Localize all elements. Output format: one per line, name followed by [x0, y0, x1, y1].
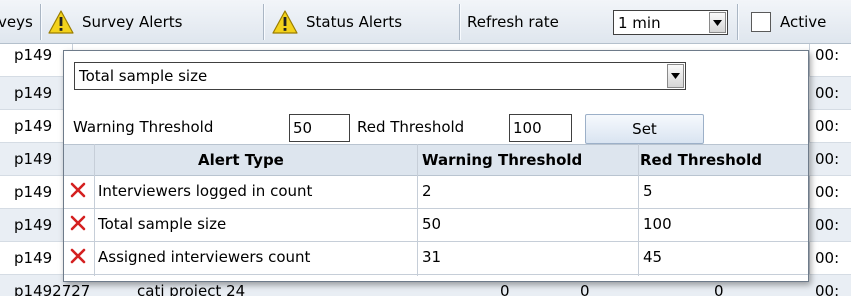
row-count: 0	[500, 282, 510, 296]
project-id: p149	[14, 183, 53, 201]
row-time: 00:	[815, 282, 840, 296]
set-button[interactable]: Set	[585, 114, 704, 144]
project-id: p149	[14, 216, 53, 234]
alert-type-cell: Assigned interviewers count	[98, 248, 311, 266]
project-id: p149	[14, 84, 53, 102]
status-alerts-button[interactable]: Status Alerts	[272, 0, 402, 44]
project-id: p149	[14, 249, 53, 267]
delete-icon[interactable]	[70, 215, 86, 231]
row-time: 00:	[815, 46, 840, 64]
toolbar-divider	[737, 4, 738, 40]
red-threshold-label: Red Threshold	[357, 118, 465, 136]
project-id: p149	[14, 46, 53, 64]
chevron-down-icon[interactable]	[667, 64, 684, 88]
project-id: p1492727	[14, 282, 91, 296]
active-label: Active	[780, 0, 826, 44]
red-threshold-cell: 5	[643, 182, 653, 200]
alert-row: Total sample size 50 100	[64, 209, 808, 242]
warning-threshold-cell: 50	[422, 215, 442, 233]
refresh-rate-select[interactable]: 1 min	[613, 10, 728, 35]
surveys-tab[interactable]: veys	[0, 0, 33, 44]
toolbar: veys Survey Alerts Status Alerts Refresh…	[0, 0, 851, 44]
project-name: cati project 24	[137, 282, 246, 296]
delete-icon[interactable]	[70, 182, 86, 198]
row-time: 00:	[815, 183, 840, 201]
red-threshold-input[interactable]: 100	[509, 114, 572, 142]
alert-type-column-header: Alert Type	[198, 151, 284, 169]
surveys-tab-label: veys	[0, 13, 33, 31]
survey-alerts-button[interactable]: Survey Alerts	[48, 0, 182, 44]
red-threshold-cell: 100	[643, 215, 672, 233]
alert-settings-popup: Total sample size Warning Threshold 50 R…	[63, 50, 809, 282]
row-count: 0	[714, 282, 724, 296]
toolbar-divider	[263, 4, 264, 40]
alert-table-header: Alert Type Warning Threshold Red Thresho…	[64, 144, 808, 176]
row-time: 00:	[815, 216, 840, 234]
row-time: 00:	[815, 249, 840, 267]
column-divider	[94, 144, 95, 276]
active-label-text: Active	[780, 13, 827, 31]
row-count: 0	[580, 282, 590, 296]
set-button-label: Set	[632, 120, 657, 138]
red-threshold-column-header: Red Threshold	[640, 151, 762, 169]
warning-threshold-input[interactable]: 50	[289, 114, 350, 142]
row-time: 00:	[815, 117, 840, 135]
column-divider	[638, 144, 639, 276]
status-alerts-label: Status Alerts	[306, 13, 403, 31]
refresh-rate-text: Refresh rate	[467, 13, 559, 31]
project-id: p149	[14, 150, 53, 168]
alert-row: Assigned interviewers count 31 45	[64, 242, 808, 275]
warning-threshold-cell: 2	[422, 182, 432, 200]
delete-icon[interactable]	[70, 248, 86, 264]
chevron-down-icon[interactable]	[709, 12, 726, 33]
toolbar-divider	[40, 4, 41, 40]
toolbar-divider	[459, 4, 460, 40]
warning-threshold-column-header: Warning Threshold	[422, 151, 583, 169]
warning-threshold-label: Warning Threshold	[73, 118, 214, 136]
refresh-rate-label: Refresh rate	[467, 0, 559, 44]
alert-type-select[interactable]: Total sample size	[74, 62, 686, 90]
alert-type-select-value: Total sample size	[79, 67, 208, 85]
red-threshold-cell: 45	[643, 248, 663, 266]
row-time: 00:	[815, 150, 840, 168]
column-divider	[417, 144, 418, 276]
alert-type-cell: Interviewers logged in count	[98, 182, 313, 200]
alert-row: Interviewers logged in count 2 5	[64, 176, 808, 209]
warning-icon	[272, 10, 298, 34]
alert-type-cell: Total sample size	[98, 215, 227, 233]
survey-alerts-label: Survey Alerts	[82, 13, 183, 31]
active-checkbox[interactable]	[751, 12, 771, 32]
row-time: 00:	[815, 84, 840, 102]
project-id: p149	[14, 117, 53, 135]
warning-icon	[48, 10, 74, 34]
warning-threshold-cell: 31	[422, 248, 442, 266]
